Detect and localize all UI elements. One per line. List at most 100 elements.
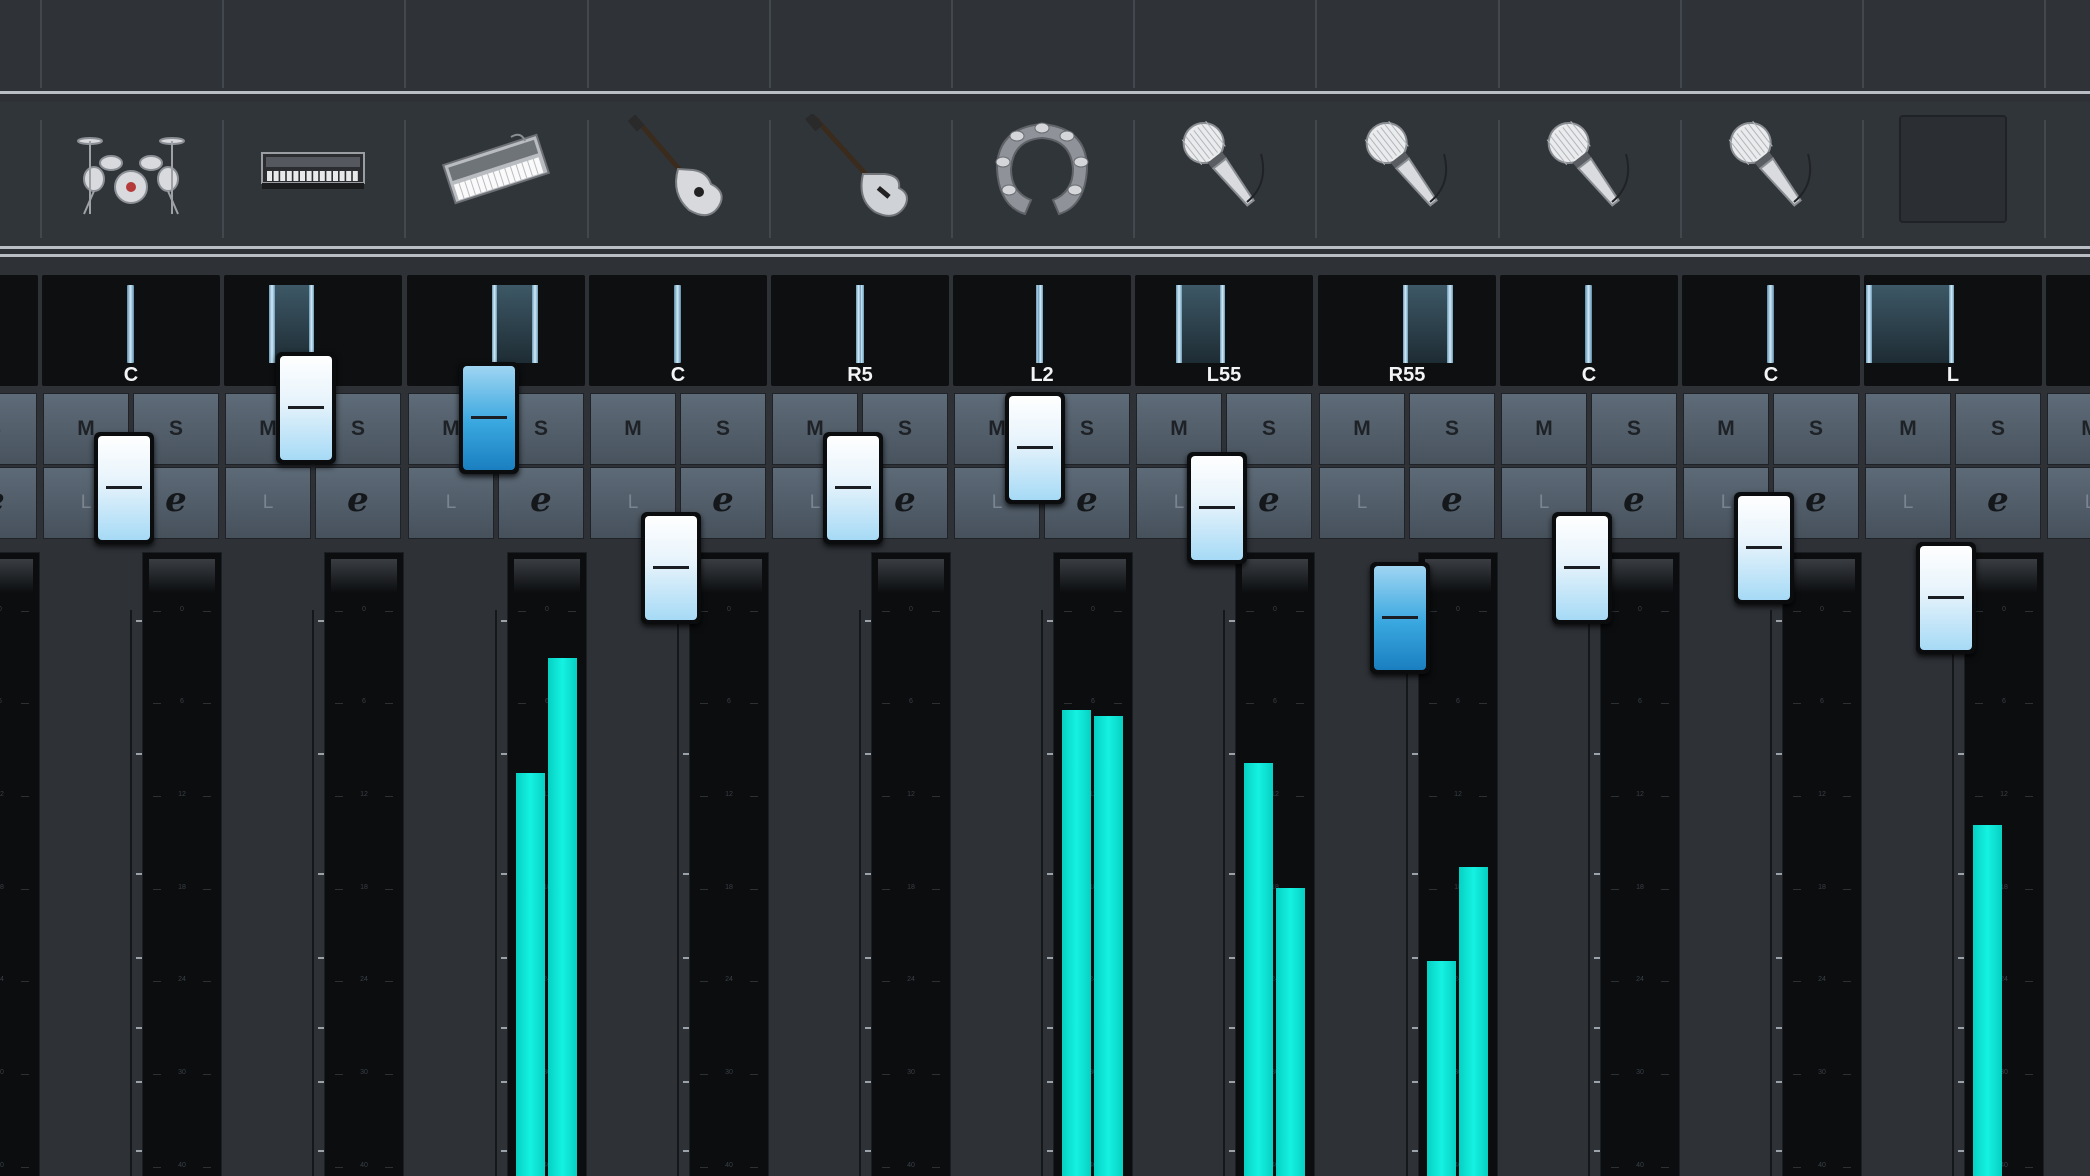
meter-tick: 30 (872, 1069, 950, 1076)
meter-tick-mark (153, 981, 161, 982)
channel-strip: L50MSLe60510152030061218243040 (224, 270, 404, 1176)
meter-tick-label: 24 (725, 976, 733, 983)
pan-control[interactable]: C (42, 275, 220, 386)
volume-fader[interactable] (1370, 562, 1430, 674)
meter-tick-mark (385, 981, 393, 982)
pan-control[interactable]: L2 (953, 275, 1131, 386)
meter-tick: 0 (143, 606, 221, 613)
drum-kit-icon[interactable] (76, 114, 186, 224)
track-header-band (0, 0, 2090, 90)
pan-control[interactable]: C (1500, 275, 1678, 386)
solo-label: S (1808, 417, 1823, 440)
channel-strip: MSLe60510152030061218243040 (0, 270, 40, 1176)
meter-tick-mark (1114, 611, 1122, 612)
fader-cap-line (471, 416, 507, 419)
meter-tick: 0 (1419, 606, 1497, 613)
meter-tick: 18 (690, 884, 768, 891)
solo-button[interactable]: S (0, 393, 37, 465)
solo-label: S (1990, 417, 2005, 440)
microphone-icon[interactable] (1534, 114, 1644, 224)
partial-channel-icon[interactable] (2080, 114, 2090, 224)
lock-button[interactable]: L (225, 467, 311, 539)
lock-button[interactable]: L (408, 467, 494, 539)
level-meter: 061218243040 (142, 552, 222, 1176)
pan-control[interactable]: R5 (771, 275, 949, 386)
volume-fader[interactable] (1916, 542, 1976, 654)
mute-button[interactable]: M (1501, 393, 1587, 465)
meter-tick-mark (153, 611, 161, 612)
partial-channel-icon[interactable] (0, 114, 4, 224)
meter-tick-mark (21, 796, 29, 797)
tambourine-icon[interactable] (987, 114, 1097, 224)
edit-button[interactable]: e (0, 467, 37, 539)
meter-tick-mark (1843, 1074, 1851, 1075)
microphone-icon[interactable] (1169, 114, 1279, 224)
microphone-icon[interactable] (1352, 114, 1462, 224)
edit-button[interactable]: e (1955, 467, 2041, 539)
meter-tick-mark (1661, 889, 1669, 890)
mute-button[interactable]: M (2047, 393, 2090, 465)
synthesizer-icon[interactable] (258, 114, 368, 224)
pan-control[interactable]: L (1864, 275, 2042, 386)
pan-control[interactable]: R55 (1318, 275, 1496, 386)
meter-tick-label: 6 (180, 698, 184, 705)
meter-tick-mark (2025, 981, 2033, 982)
edit-button[interactable]: e (1409, 467, 1495, 539)
empty-slot-icon[interactable] (1898, 114, 2008, 224)
mute-button[interactable]: M (1319, 393, 1405, 465)
meter-tick: 6 (1783, 698, 1861, 705)
meter-tick-mark (385, 611, 393, 612)
mute-button[interactable]: M (1865, 393, 1951, 465)
meter-tick-mark (1611, 1074, 1619, 1075)
lock-button[interactable]: L (1319, 467, 1405, 539)
fader-cap (98, 436, 150, 540)
meter-tick-label: 0 (1820, 606, 1824, 613)
volume-fader[interactable] (823, 432, 883, 544)
solo-button[interactable]: S (680, 393, 766, 465)
level-meter: 061218243040 (1418, 552, 1498, 1176)
electric-guitar-icon[interactable] (623, 114, 733, 224)
volume-fader[interactable] (1187, 452, 1247, 564)
volume-fader[interactable] (94, 432, 154, 544)
pan-value: C (1581, 364, 1597, 386)
pan-control[interactable] (2046, 275, 2090, 386)
volume-fader[interactable] (276, 352, 336, 464)
meter-tick-label: 18 (1636, 884, 1644, 891)
pan-control[interactable] (0, 275, 38, 386)
edit-button[interactable]: e (498, 467, 584, 539)
pan-control[interactable]: C (589, 275, 767, 386)
meter-cap (514, 559, 580, 593)
volume-fader[interactable] (459, 362, 519, 474)
level-meter: 061218243040 (1235, 552, 1315, 1176)
meter-tick-label: 30 (1636, 1069, 1644, 1076)
edit-button[interactable]: e (315, 467, 401, 539)
volume-fader[interactable] (1005, 392, 1065, 504)
lock-button[interactable]: L (2047, 467, 2090, 539)
volume-fader[interactable] (1734, 492, 1794, 604)
volume-fader[interactable] (641, 512, 701, 624)
mute-button[interactable]: M (590, 393, 676, 465)
meter-tick-label: 40 (0, 1162, 4, 1169)
pan-control[interactable]: L55 (1135, 275, 1313, 386)
mute-label: M (1899, 417, 1917, 440)
meter-tick-mark (518, 611, 526, 612)
solo-button[interactable]: S (1955, 393, 2041, 465)
meter-tick-mark (1661, 1074, 1669, 1075)
solo-button[interactable]: S (1773, 393, 1859, 465)
lock-button[interactable]: L (1865, 467, 1951, 539)
meter-tick-mark (1611, 796, 1619, 797)
volume-fader[interactable] (1552, 512, 1612, 624)
meter-tick-mark (203, 796, 211, 797)
microphone-icon[interactable] (1716, 114, 1826, 224)
pan-control[interactable]: C (1682, 275, 1860, 386)
meter-tick-mark (932, 1074, 940, 1075)
bass-guitar-icon[interactable] (805, 114, 915, 224)
keyboard-icon[interactable] (441, 114, 551, 224)
meter-tick-mark (203, 981, 211, 982)
fader-cap (1374, 566, 1426, 670)
mute-button[interactable]: M (1683, 393, 1769, 465)
meter-tick-mark (153, 703, 161, 704)
meter-tick: 30 (325, 1069, 403, 1076)
solo-button[interactable]: S (1591, 393, 1677, 465)
solo-button[interactable]: S (1409, 393, 1495, 465)
